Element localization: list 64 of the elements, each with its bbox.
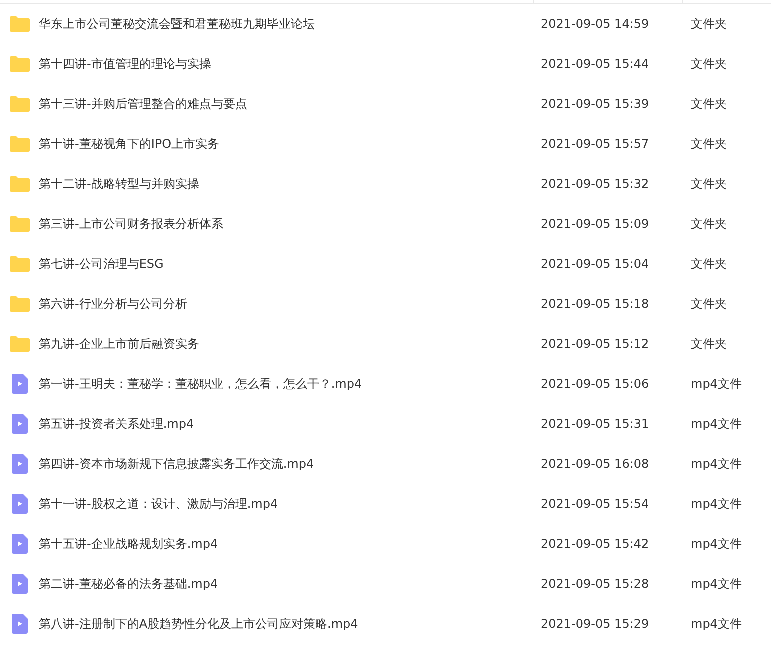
file-name[interactable]: 第二讲-董秘必备的法务基础.mp4 bbox=[39, 576, 541, 592]
folder-icon bbox=[10, 256, 30, 272]
modified-date: 2021-09-05 15:57 bbox=[541, 137, 650, 151]
modified-date: 2021-09-05 16:08 bbox=[541, 457, 650, 471]
folder-icon bbox=[10, 56, 30, 72]
modified-date: 2021-09-05 15:44 bbox=[541, 57, 650, 71]
file-type: 文件夹 bbox=[691, 96, 727, 112]
video-file-icon bbox=[12, 374, 28, 394]
folder-icon bbox=[10, 176, 30, 192]
file-name[interactable]: 第五讲-投资者关系处理.mp4 bbox=[39, 416, 541, 432]
modified-date: 2021-09-05 14:59 bbox=[541, 17, 650, 31]
file-type: mp4文件 bbox=[691, 496, 742, 512]
file-name[interactable]: 第六讲-行业分析与公司分析 bbox=[39, 296, 541, 312]
file-name[interactable]: 第九讲-企业上市前后融资实务 bbox=[39, 336, 541, 352]
folder-icon bbox=[10, 136, 30, 152]
file-type: 文件夹 bbox=[691, 136, 727, 152]
file-type: mp4文件 bbox=[691, 416, 742, 432]
file-name[interactable]: 第一讲-王明夫：董秘学：董秘职业，怎么看，怎么干？.mp4 bbox=[39, 376, 541, 392]
file-name[interactable]: 第八讲-注册制下的A股趋势性分化及上市公司应对策略.mp4 bbox=[39, 616, 541, 632]
file-name[interactable]: 第十讲-董秘视角下的IPO上市实务 bbox=[39, 136, 541, 152]
modified-date: 2021-09-05 15:54 bbox=[541, 497, 650, 511]
modified-date: 2021-09-05 15:42 bbox=[541, 537, 650, 551]
file-name[interactable]: 第七讲-公司治理与ESG bbox=[39, 256, 541, 272]
video-file-icon bbox=[12, 414, 28, 434]
file-type: 文件夹 bbox=[691, 16, 727, 32]
modified-date: 2021-09-05 15:28 bbox=[541, 577, 650, 591]
folder-icon bbox=[10, 16, 30, 32]
folder-icon bbox=[10, 296, 30, 312]
modified-date: 2021-09-05 15:06 bbox=[541, 377, 650, 391]
file-type: mp4文件 bbox=[691, 616, 742, 632]
file-type: mp4文件 bbox=[691, 536, 742, 552]
file-name[interactable]: 第三讲-上市公司财务报表分析体系 bbox=[39, 216, 541, 232]
file-type: mp4文件 bbox=[691, 576, 742, 592]
video-file-icon bbox=[12, 574, 28, 594]
file-name[interactable]: 第十二讲-战略转型与并购实操 bbox=[39, 176, 541, 192]
modified-date: 2021-09-05 15:04 bbox=[541, 257, 650, 271]
file-name[interactable]: 第十五讲-企业战略规划实务.mp4 bbox=[39, 536, 541, 552]
modified-date: 2021-09-05 15:18 bbox=[541, 297, 650, 311]
file-name[interactable]: 第四讲-资本市场新规下信息披露实务工作交流.mp4 bbox=[39, 456, 541, 472]
file-name[interactable]: 第十三讲-并购后管理整合的难点与要点 bbox=[39, 96, 541, 112]
modified-date: 2021-09-05 15:29 bbox=[541, 617, 650, 631]
file-type: 文件夹 bbox=[691, 296, 727, 312]
modified-date: 2021-09-05 15:32 bbox=[541, 177, 650, 191]
file-type: 文件夹 bbox=[691, 216, 727, 232]
modified-date: 2021-09-05 15:12 bbox=[541, 337, 650, 351]
file-type: 文件夹 bbox=[691, 336, 727, 352]
video-file-icon bbox=[12, 454, 28, 474]
file-type: mp4文件 bbox=[691, 456, 742, 472]
folder-icon bbox=[10, 96, 30, 112]
modified-date: 2021-09-05 15:39 bbox=[541, 97, 650, 111]
file-type: 文件夹 bbox=[691, 176, 727, 192]
modified-date: 2021-09-05 15:09 bbox=[541, 217, 650, 231]
file-type: 文件夹 bbox=[691, 56, 727, 72]
file-name[interactable]: 第十四讲-市值管理的理论与实操 bbox=[39, 56, 541, 72]
video-file-icon bbox=[12, 534, 28, 554]
file-type: mp4文件 bbox=[691, 376, 742, 392]
folder-icon bbox=[10, 336, 30, 352]
video-file-icon bbox=[12, 614, 28, 634]
file-name[interactable]: 华东上市公司董秘交流会暨和君董秘班九期毕业论坛 bbox=[39, 16, 541, 32]
file-type: 文件夹 bbox=[691, 256, 727, 272]
modified-date: 2021-09-05 15:31 bbox=[541, 417, 650, 431]
folder-icon bbox=[10, 216, 30, 232]
file-name[interactable]: 第十一讲-股权之道：设计、激励与治理.mp4 bbox=[39, 496, 541, 512]
video-file-icon bbox=[12, 494, 28, 514]
